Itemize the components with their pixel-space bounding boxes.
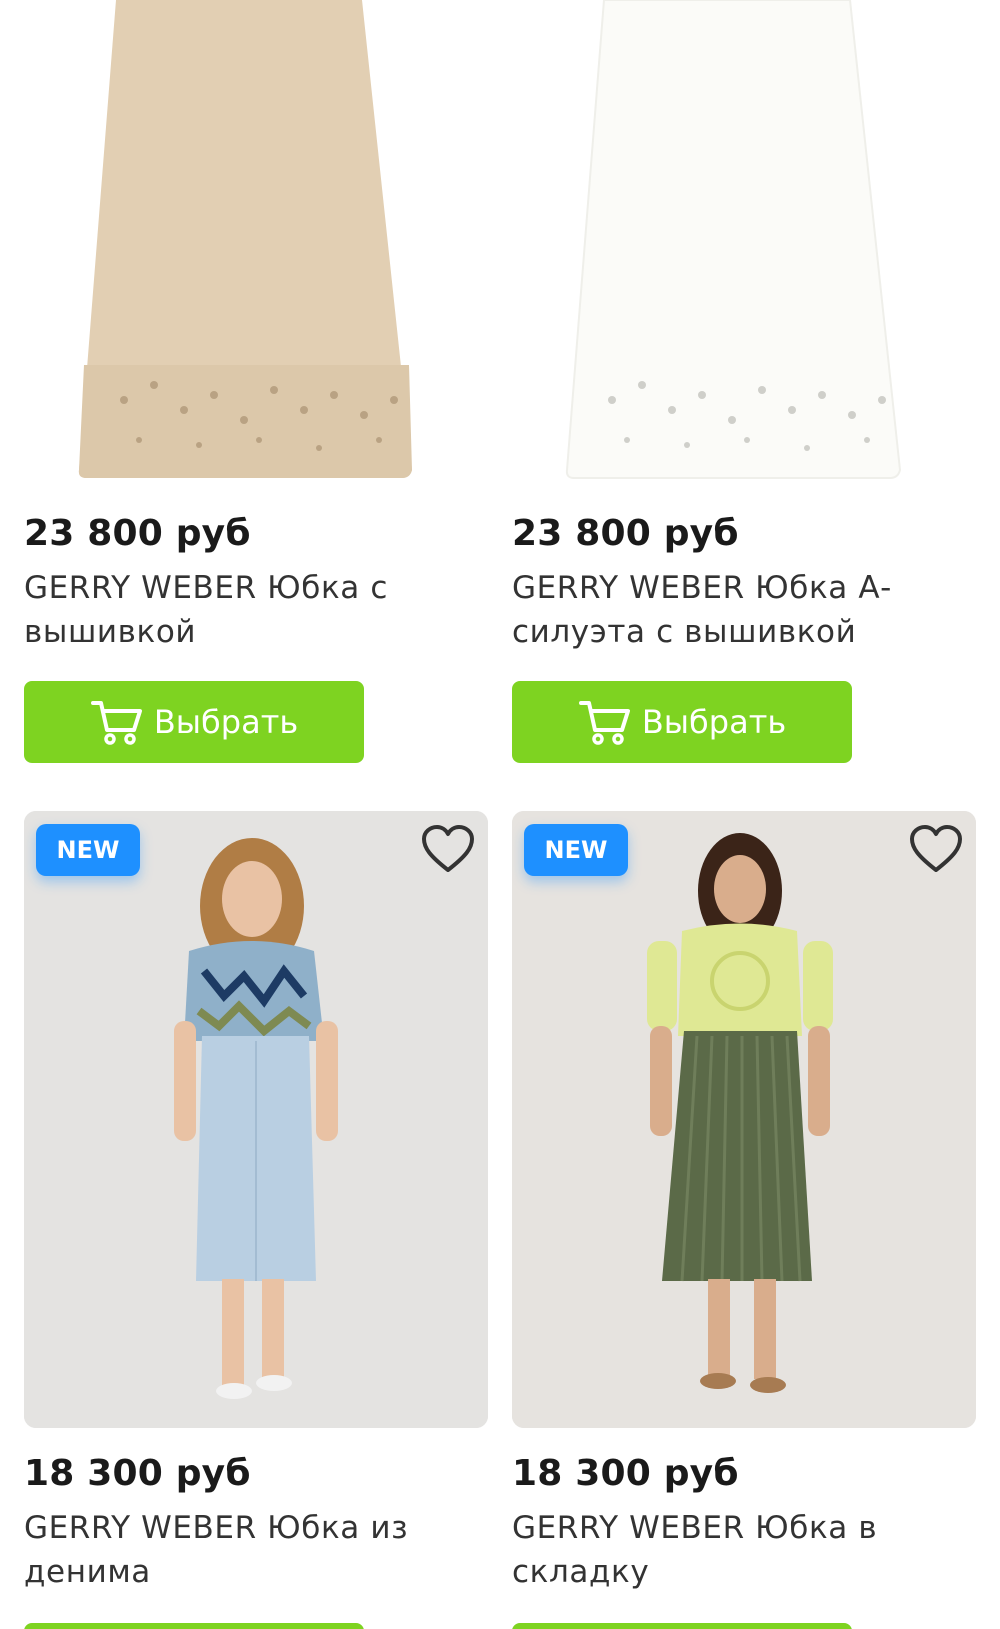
- product-image[interactable]: [24, 0, 488, 480]
- product-card[interactable]: NEW 18 300 руб GERRY WEBER Юбка из деним…: [24, 811, 488, 1629]
- product-image[interactable]: NEW: [512, 811, 976, 1428]
- skirt-illustration: [78, 0, 412, 478]
- product-title[interactable]: GERRY WEBER Юбка А-силуэта с вышивкой: [512, 566, 952, 654]
- product-image[interactable]: NEW: [24, 811, 488, 1428]
- select-button[interactable]: Выбрать: [512, 681, 852, 763]
- product-image[interactable]: [512, 0, 976, 480]
- new-badge: NEW: [36, 824, 140, 876]
- model-photo: [24, 811, 488, 1428]
- product-price: 18 300 руб: [24, 1453, 251, 1494]
- select-button-label: Выбрать: [153, 703, 299, 741]
- product-price: 23 800 руб: [512, 513, 739, 554]
- product-price: 18 300 руб: [512, 1453, 739, 1494]
- select-button[interactable]: Выбрать: [24, 681, 364, 763]
- product-card[interactable]: 23 800 руб GERRY WEBER Юбка А-силуэта с …: [512, 0, 976, 763]
- select-button[interactable]: [512, 1623, 852, 1629]
- new-badge: NEW: [524, 824, 628, 876]
- heart-outline-icon[interactable]: [908, 824, 964, 876]
- cart-icon: [578, 701, 630, 745]
- product-price: 23 800 руб: [24, 513, 251, 554]
- select-button-label: Выбрать: [641, 703, 787, 741]
- product-title[interactable]: GERRY WEBER Юбка из денима: [24, 1506, 464, 1594]
- product-card[interactable]: 23 800 руб GERRY WEBER Юбка с вышивкой В…: [24, 0, 488, 763]
- cart-icon: [90, 701, 142, 745]
- model-photo: [512, 811, 976, 1428]
- product-title[interactable]: GERRY WEBER Юбка в складку: [512, 1506, 952, 1594]
- skirt-illustration: [565, 0, 902, 479]
- product-title[interactable]: GERRY WEBER Юбка с вышивкой: [24, 566, 464, 654]
- product-card[interactable]: NEW 18 300 руб GERRY WEBER Юбка в складк…: [512, 811, 976, 1629]
- select-button[interactable]: [24, 1623, 364, 1629]
- heart-outline-icon[interactable]: [420, 824, 476, 876]
